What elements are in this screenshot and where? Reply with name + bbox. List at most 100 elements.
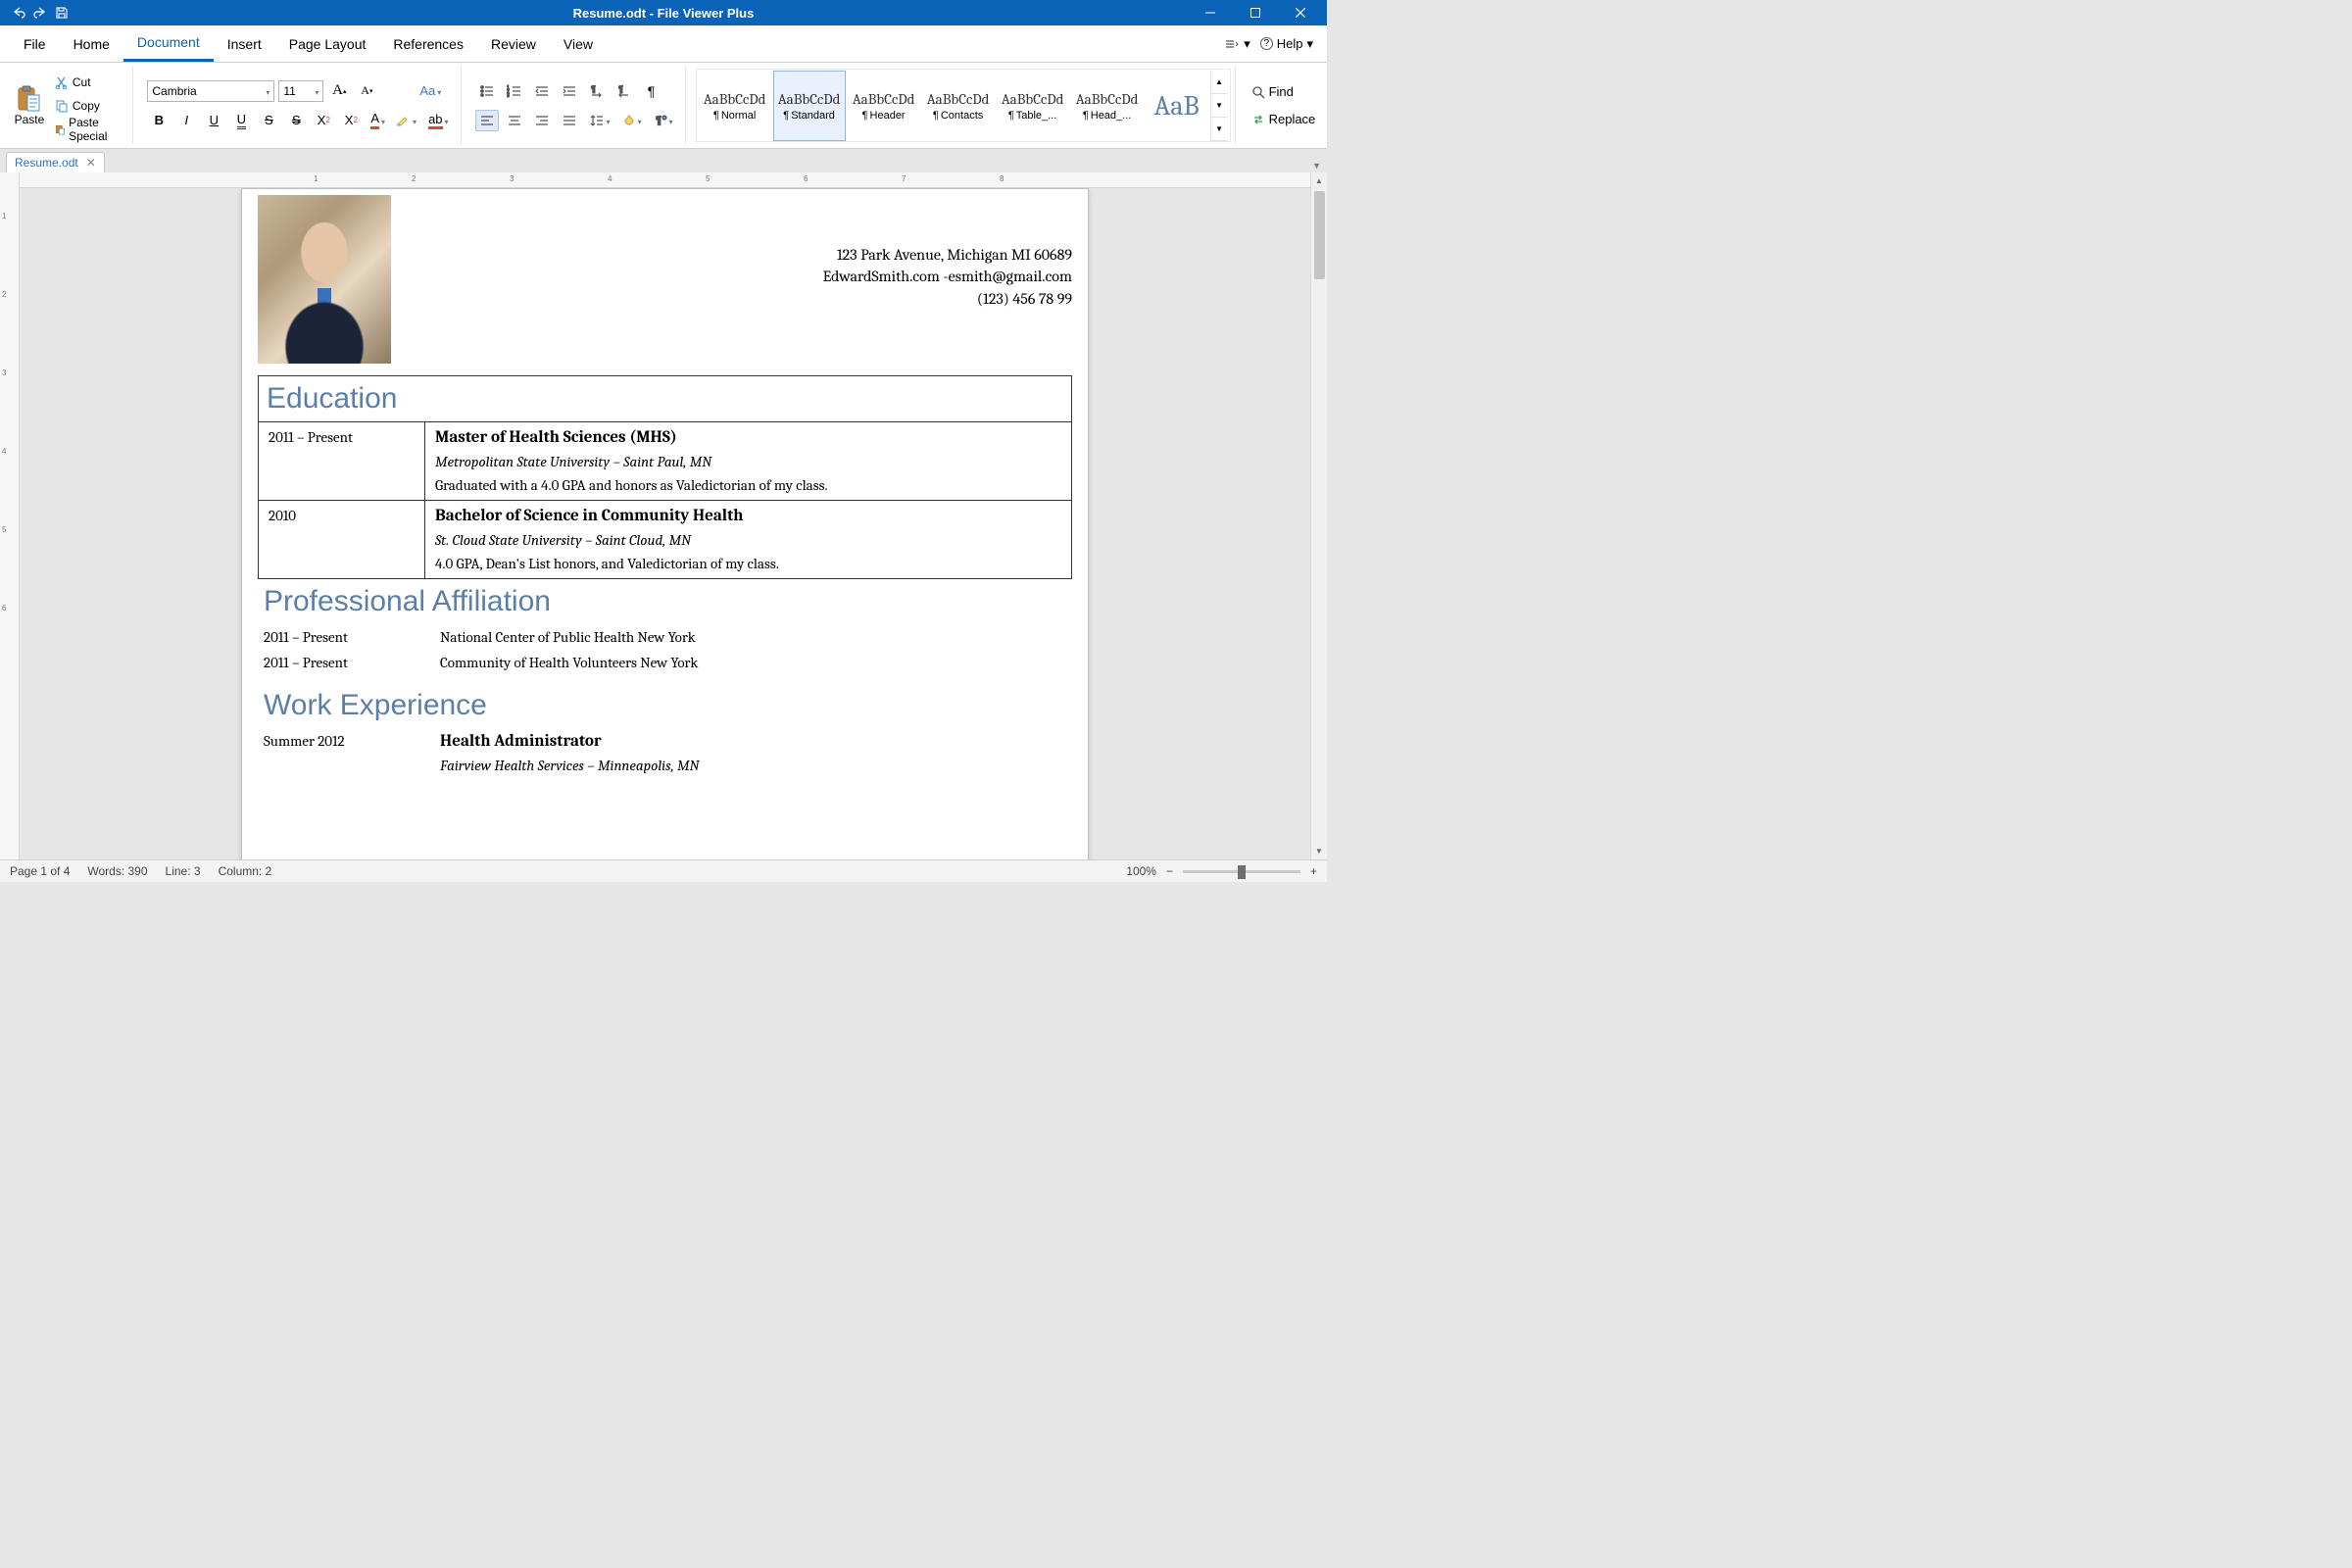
scroll-down-button[interactable]: ▼ xyxy=(1311,843,1327,859)
tabbar-expand[interactable]: ▼ xyxy=(1312,161,1327,172)
menu-view[interactable]: View xyxy=(550,25,607,62)
numbering-button[interactable]: 123 xyxy=(503,80,526,102)
edu-dates: 2011 – Present xyxy=(259,422,425,501)
zoom-level[interactable]: 100% xyxy=(1126,864,1156,878)
subscript-button[interactable]: X2 xyxy=(339,110,363,131)
close-tab-button[interactable]: ✕ xyxy=(86,156,96,170)
vertical-ruler: 123456 xyxy=(0,172,20,859)
ribbon-options-button[interactable]: ▾ xyxy=(1224,36,1250,52)
increase-indent-button[interactable] xyxy=(558,80,581,102)
double-underline-button[interactable]: U xyxy=(229,110,253,131)
menu-page-layout[interactable]: Page Layout xyxy=(275,25,380,62)
style-contacts[interactable]: AaBbCcDd¶Contacts xyxy=(922,71,995,141)
style-normal[interactable]: AaBbCcDd¶Normal xyxy=(699,71,771,141)
align-center-button[interactable] xyxy=(503,110,526,131)
style-table[interactable]: AaBbCcDd¶Table_... xyxy=(997,71,1069,141)
style-head[interactable]: AaBbCcDd¶Head_... xyxy=(1071,71,1144,141)
find-button[interactable]: Find xyxy=(1251,81,1316,103)
zoom-in-button[interactable]: + xyxy=(1310,864,1317,878)
copy-label: Copy xyxy=(73,99,100,113)
menu-file[interactable]: File xyxy=(10,25,60,62)
statusbar: Page 1 of 4 Words: 390 Line: 3 Column: 2… xyxy=(0,859,1327,882)
strikethrough-button[interactable]: S xyxy=(257,110,280,131)
align-justify-button[interactable] xyxy=(558,110,581,131)
ribbon: Paste Cut Copy Paste Special Cambria 11 … xyxy=(0,63,1327,149)
edu-detail: 4.0 GPA, Dean's List honors, and Valedic… xyxy=(435,555,1061,572)
titlebar: Resume.odt - File Viewer Plus xyxy=(0,0,1327,25)
styles-expand[interactable]: ▼ xyxy=(1211,118,1228,141)
style-title[interactable]: AaB xyxy=(1146,71,1208,141)
close-button[interactable] xyxy=(1278,0,1323,25)
styles-scroll-up[interactable]: ▲ xyxy=(1211,71,1228,94)
styles-gallery: AaBbCcDd¶Normal AaBbCcDd¶Standard AaBbCc… xyxy=(696,69,1231,142)
grow-font-button[interactable]: A▴ xyxy=(327,80,351,102)
status-words[interactable]: Words: 390 xyxy=(87,864,147,878)
contact-email: EdwardSmith.com -esmith@gmail.com xyxy=(823,266,1072,287)
italic-button[interactable]: I xyxy=(174,110,198,131)
scroll-thumb[interactable] xyxy=(1314,191,1325,279)
align-right-button[interactable] xyxy=(530,110,554,131)
font-name-value: Cambria xyxy=(152,84,196,98)
decrease-indent-button[interactable] xyxy=(530,80,554,102)
text-highlight-button[interactable]: ab xyxy=(424,110,452,131)
education-row: 2010 Bachelor of Science in Community He… xyxy=(259,501,1072,579)
status-column: Column: 2 xyxy=(219,864,272,878)
font-size-select[interactable]: 11 xyxy=(278,80,323,102)
paste-special-button[interactable]: Paste Special xyxy=(51,119,124,140)
change-case-button[interactable]: Aa xyxy=(416,80,445,102)
highlight-button[interactable] xyxy=(393,110,420,131)
rtl-button[interactable]: ¶ xyxy=(612,80,636,102)
vertical-scrollbar[interactable]: ▲ ▼ xyxy=(1310,172,1327,859)
help-button[interactable]: ?Help▾ xyxy=(1260,36,1313,52)
prof-heading: Professional Affiliation xyxy=(258,579,1072,624)
document-tab-label: Resume.odt xyxy=(15,156,78,170)
bullets-button[interactable] xyxy=(475,80,499,102)
status-page[interactable]: Page 1 of 4 xyxy=(10,864,70,878)
font-color-button[interactable]: A xyxy=(367,110,389,131)
line-spacing-button[interactable] xyxy=(585,110,614,131)
font-name-select[interactable]: Cambria xyxy=(147,80,274,102)
copy-button[interactable]: Copy xyxy=(51,95,124,117)
ltr-button[interactable]: ¶ xyxy=(585,80,609,102)
double-strikethrough-button[interactable]: S xyxy=(284,110,308,131)
menu-insert[interactable]: Insert xyxy=(214,25,275,62)
zoom-slider[interactable] xyxy=(1183,870,1300,873)
paste-button[interactable]: Paste xyxy=(14,67,45,144)
affiliation-row: 2011 – PresentNational Center of Public … xyxy=(258,624,1072,650)
cut-label: Cut xyxy=(73,75,91,89)
edu-detail: Graduated with a 4.0 GPA and honors as V… xyxy=(435,476,1061,494)
redo-button[interactable] xyxy=(31,4,49,22)
svg-text:¶: ¶ xyxy=(618,84,623,94)
superscript-button[interactable]: X2 xyxy=(312,110,335,131)
replace-button[interactable]: Replace xyxy=(1251,109,1316,130)
shading-button[interactable] xyxy=(618,110,646,131)
shrink-font-button[interactable]: A▾ xyxy=(355,80,378,102)
bold-button[interactable]: B xyxy=(147,110,171,131)
styles-scroll-down[interactable]: ▼ xyxy=(1211,94,1228,118)
menu-references[interactable]: References xyxy=(379,25,477,62)
maximize-button[interactable] xyxy=(1233,0,1278,25)
zoom-out-button[interactable]: − xyxy=(1166,864,1173,878)
minimize-button[interactable] xyxy=(1188,0,1233,25)
menu-review[interactable]: Review xyxy=(477,25,550,62)
edu-school: St. Cloud State University – Saint Cloud… xyxy=(435,531,1061,549)
show-marks-button[interactable]: ¶ xyxy=(640,80,663,102)
undo-button[interactable] xyxy=(10,4,27,22)
align-left-button[interactable] xyxy=(475,110,499,131)
scroll-up-button[interactable]: ▲ xyxy=(1311,172,1327,189)
svg-text:3: 3 xyxy=(507,93,510,98)
menu-home[interactable]: Home xyxy=(60,25,123,62)
style-standard[interactable]: AaBbCcDd¶Standard xyxy=(773,71,846,141)
show-nonprinting-button[interactable]: ¶ xyxy=(650,110,677,131)
contact-block: 123 Park Avenue, Michigan MI 60689 Edwar… xyxy=(823,195,1072,310)
document-page[interactable]: 123 Park Avenue, Michigan MI 60689 Edwar… xyxy=(241,188,1089,859)
menu-document[interactable]: Document xyxy=(123,25,214,62)
save-button[interactable] xyxy=(53,4,71,22)
education-row: 2011 – Present Master of Health Sciences… xyxy=(259,422,1072,501)
document-tab[interactable]: Resume.odt ✕ xyxy=(6,152,105,172)
replace-label: Replace xyxy=(1269,112,1316,126)
style-header[interactable]: AaBbCcDd¶Header xyxy=(848,71,920,141)
edu-degree: Master of Health Sciences (MHS) xyxy=(435,428,1061,447)
underline-button[interactable]: U xyxy=(202,110,225,131)
cut-button[interactable]: Cut xyxy=(51,72,124,93)
